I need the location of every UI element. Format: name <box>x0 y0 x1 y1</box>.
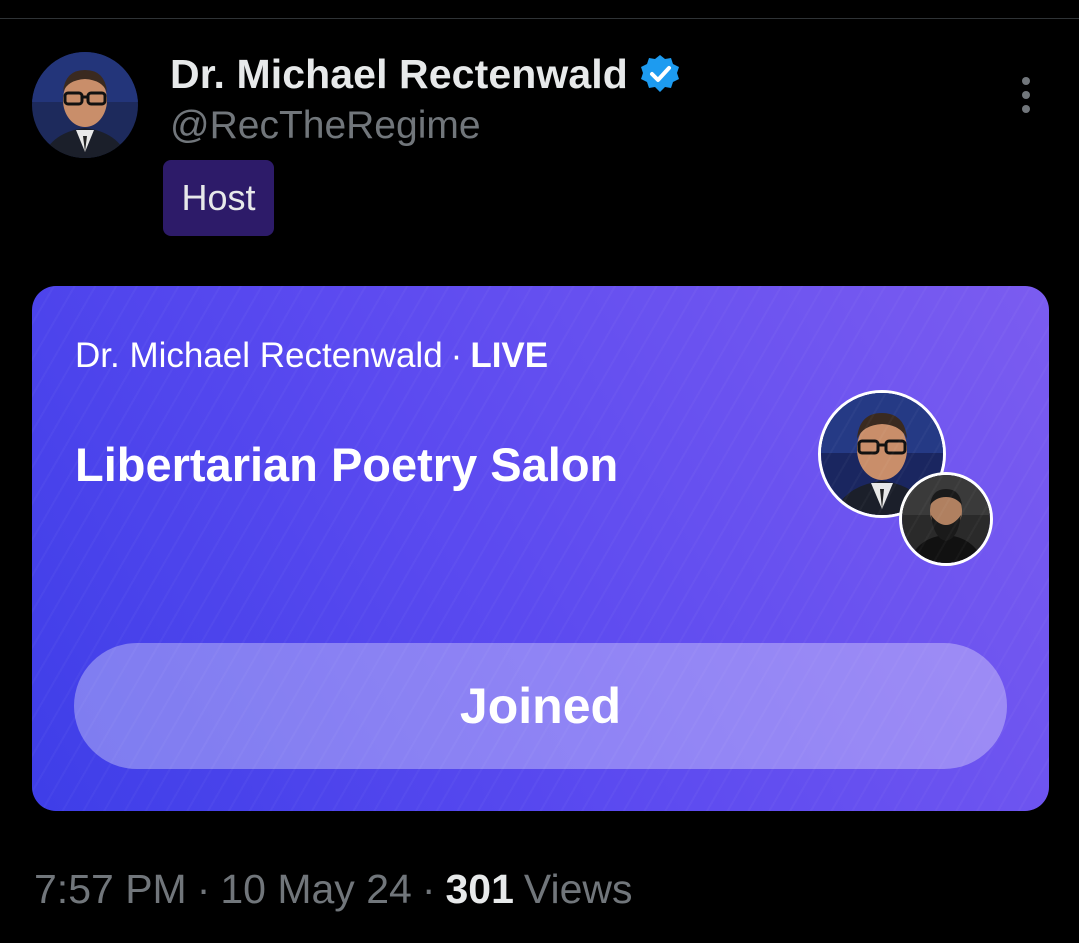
space-title: Libertarian Poetry Salon <box>75 438 619 491</box>
joined-button[interactable]: Joined <box>74 643 1007 769</box>
tweet-meta: 7:57 PM · 10 May 24 · 301 Views <box>34 866 633 913</box>
more-options-icon[interactable] <box>1012 74 1040 116</box>
author-display-name[interactable]: Dr. Michael Rectenwald <box>170 51 628 98</box>
space-host-name: Dr. Michael Rectenwald <box>75 336 443 375</box>
verified-badge-icon <box>640 55 679 92</box>
host-role-badge: Host <box>163 160 274 236</box>
speaker-avatar <box>899 472 993 566</box>
meta-separator: · <box>196 866 211 912</box>
live-status: LIVE <box>470 336 549 375</box>
tweet-time[interactable]: 7:57 PM <box>34 866 187 913</box>
author-handle[interactable]: @RecTheRegime <box>170 104 481 148</box>
author-avatar[interactable] <box>32 52 138 158</box>
top-divider <box>0 18 1079 19</box>
views-label[interactable]: Views <box>524 866 633 913</box>
meta-separator: · <box>421 866 436 912</box>
author-name-row: Dr. Michael Rectenwald <box>170 46 680 102</box>
space-meta: Dr. Michael Rectenwald · LIVE <box>75 336 548 376</box>
views-count[interactable]: 301 <box>445 866 513 913</box>
space-separator: · <box>450 336 463 375</box>
tweet-date[interactable]: 10 May 24 <box>220 866 411 913</box>
space-card[interactable]: Dr. Michael Rectenwald · LIVE Libertaria… <box>32 286 1049 811</box>
